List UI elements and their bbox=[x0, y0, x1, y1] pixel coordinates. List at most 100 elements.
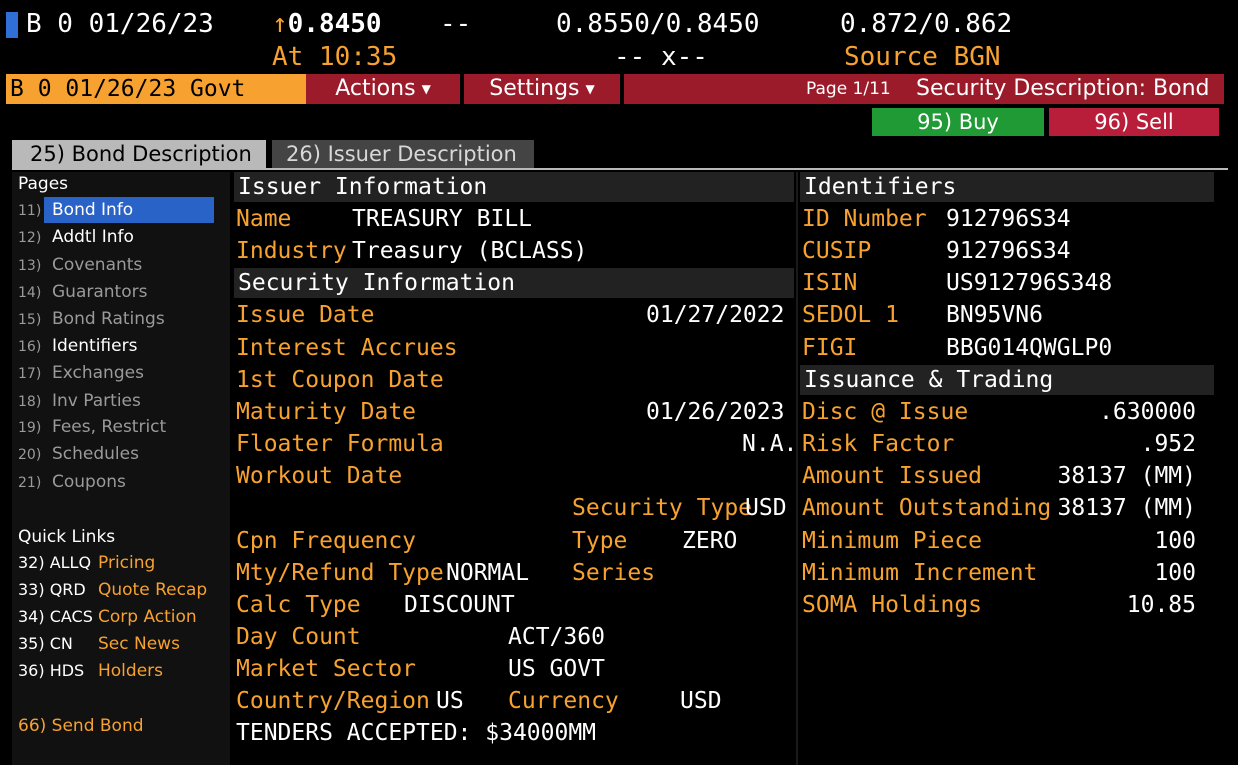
sidebar-item-label: Addtl Info bbox=[52, 227, 134, 247]
first-coupon-date-label: 1st Coupon Date bbox=[236, 367, 444, 393]
type-label: Type bbox=[572, 528, 628, 554]
sell-button[interactable]: 96) Sell bbox=[1049, 108, 1219, 136]
yield-ask: 0.862 bbox=[933, 9, 1013, 39]
sidebar-item-label: Covenants bbox=[52, 255, 143, 275]
last-price-block: ↑0.8450 bbox=[272, 10, 382, 38]
quick-link-corp-action[interactable]: 34) CACS Corp Action bbox=[18, 604, 222, 630]
quick-link-label: Quote Recap bbox=[98, 580, 208, 600]
risk-factor-value: .952 bbox=[1140, 431, 1196, 457]
quick-link-code: 32) ALLQ bbox=[18, 553, 92, 572]
amount-outstanding-value: 38137 (MM) bbox=[1057, 495, 1196, 521]
type-value: ZERO bbox=[682, 528, 738, 554]
sidebar-item-addtl-info[interactable]: 12) Addtl Info bbox=[18, 224, 222, 250]
security-field[interactable]: B 0 01/26/23 Govt bbox=[6, 74, 306, 104]
interest-accrues-label: Interest Accrues bbox=[236, 335, 458, 361]
amount-issued-label: Amount Issued bbox=[802, 463, 983, 489]
sidebar-item-label: Fees, Restrict bbox=[52, 417, 167, 437]
market-sector-value: US GOVT bbox=[508, 656, 605, 682]
page-number: 12) bbox=[18, 230, 42, 246]
identifiers-header: Identifiers bbox=[800, 172, 1214, 202]
issue-date-label: Issue Date bbox=[236, 302, 375, 328]
day-count-value: ACT/360 bbox=[508, 624, 605, 650]
quick-link-quote-recap[interactable]: 33) QRD Quote Recap bbox=[18, 577, 222, 603]
sidebar-item-exchanges[interactable]: 17) Exchanges bbox=[18, 360, 222, 386]
yield-block: 0.872/0.862 bbox=[840, 10, 1012, 38]
issuance-trading-header: Issuance & Trading bbox=[800, 365, 1214, 395]
quick-link-code: 35) CN bbox=[18, 634, 73, 653]
page-number: 20) bbox=[18, 447, 42, 463]
floater-formula-label: Floater Formula bbox=[236, 431, 444, 457]
maturity-date-value: 01/26/2023 bbox=[646, 399, 785, 425]
sidebar-item-label: Bond Ratings bbox=[52, 309, 165, 329]
floater-formula-value: N.A. bbox=[742, 431, 798, 457]
quick-link-pricing[interactable]: 32) ALLQ Pricing bbox=[18, 550, 222, 576]
minimum-increment-value: 100 bbox=[1154, 560, 1196, 586]
caret-down-icon: ▼ bbox=[585, 82, 595, 96]
cusip-value: 912796S34 bbox=[946, 238, 1071, 264]
sidebar-item-bond-ratings[interactable]: 15) Bond Ratings bbox=[18, 306, 222, 332]
quick-link-label: Corp Action bbox=[98, 607, 197, 627]
quick-link-holders[interactable]: 36) HDS Holders bbox=[18, 658, 222, 684]
id-number-label: ID Number bbox=[802, 206, 927, 232]
buy-button[interactable]: 95) Buy bbox=[872, 108, 1044, 136]
sidebar-item-guarantors[interactable]: 14) Guarantors bbox=[18, 279, 222, 305]
quick-link-label: Pricing bbox=[98, 553, 156, 573]
sidebar-item-coupons[interactable]: 21) Coupons bbox=[18, 469, 222, 495]
sidebar-item-inv-parties[interactable]: 18) Inv Parties bbox=[18, 388, 222, 414]
yield-bid: 0.872 bbox=[840, 9, 919, 39]
minimum-piece-value: 100 bbox=[1154, 528, 1196, 554]
amount-issued-value: 38137 (MM) bbox=[1057, 463, 1196, 489]
sidebar-item-bond-info[interactable]: 11) Bond Info bbox=[18, 197, 222, 223]
quick-links-heading: Quick Links bbox=[18, 527, 116, 547]
sidebar-item-label: Coupons bbox=[52, 472, 126, 492]
issue-date-value: 01/27/2022 bbox=[646, 302, 785, 328]
settings-menu[interactable]: Settings ▼ bbox=[464, 74, 620, 104]
page-indicator: Page 1/11 bbox=[806, 79, 891, 99]
sidebar-item-identifiers[interactable]: 16) Identifiers bbox=[18, 333, 222, 359]
sidebar-item-label: Exchanges bbox=[52, 363, 144, 383]
page-number: 18) bbox=[18, 394, 42, 410]
actions-label: Actions bbox=[335, 76, 416, 101]
tab-bond-description[interactable]: 25) Bond Description bbox=[12, 140, 266, 168]
disc-at-issue-label: Disc @ Issue bbox=[802, 399, 969, 425]
quote-ticker[interactable]: B 0 01/26/23 bbox=[26, 10, 214, 38]
security-information-header: Security Information bbox=[234, 268, 794, 298]
sidebar-item-schedules[interactable]: 20) Schedules bbox=[18, 441, 222, 467]
mty-refund-type-value: NORMAL bbox=[446, 560, 530, 586]
bid-price: 0.8550 bbox=[556, 9, 650, 39]
cpn-frequency-label: Cpn Frequency bbox=[236, 528, 417, 554]
sidebar-item-fees-restrict[interactable]: 19) Fees, Restrict bbox=[18, 414, 222, 440]
page-title-bar: Page 1/11 Security Description: Bond bbox=[624, 74, 1224, 104]
bid-ask: 0.8550/0.8450 bbox=[556, 10, 760, 38]
last-price: 0.8450 bbox=[287, 9, 382, 39]
country-region-value: US bbox=[436, 688, 464, 714]
pricing-source: Source BGN bbox=[844, 42, 1001, 72]
page-number: 16) bbox=[18, 339, 42, 355]
quick-link-sec-news[interactable]: 35) CN Sec News bbox=[18, 631, 222, 657]
tenders-accepted: TENDERS ACCEPTED: $34000MM bbox=[236, 720, 597, 746]
isin-value: US912796S348 bbox=[946, 270, 1113, 296]
page-number: 17) bbox=[18, 366, 42, 382]
actions-menu[interactable]: Actions ▼ bbox=[306, 74, 460, 104]
calc-type-value: DISCOUNT bbox=[404, 592, 515, 618]
sidebar-item-label: Inv Parties bbox=[52, 391, 141, 411]
industry-label: Industry bbox=[236, 238, 347, 264]
sidebar-item-label: Bond Info bbox=[44, 197, 214, 223]
figi-label: FIGI bbox=[802, 335, 858, 361]
soma-holdings-label: SOMA Holdings bbox=[802, 592, 983, 618]
send-bond-link[interactable]: 66) Send Bond bbox=[18, 713, 222, 739]
tab-issuer-description[interactable]: 26) Issuer Description bbox=[272, 140, 534, 168]
id-number-value: 912796S34 bbox=[946, 206, 1071, 232]
mty-refund-type-label: Mty/Refund Type bbox=[236, 560, 444, 586]
issuer-information-header: Issuer Information bbox=[234, 172, 794, 202]
quote-time: At 10:35 bbox=[272, 42, 398, 72]
sidebar-item-covenants[interactable]: 13) Covenants bbox=[18, 252, 222, 278]
day-count-label: Day Count bbox=[236, 624, 361, 650]
page-number: 19) bbox=[18, 420, 42, 436]
amount-outstanding-label: Amount Outstanding bbox=[802, 495, 1052, 521]
cusip-label: CUSIP bbox=[802, 238, 872, 264]
issuer-name-label: Name bbox=[236, 206, 292, 232]
sidebar-item-label: Guarantors bbox=[52, 282, 148, 302]
soma-holdings-value: 10.85 bbox=[1126, 592, 1196, 618]
page-number: 21) bbox=[18, 475, 42, 491]
